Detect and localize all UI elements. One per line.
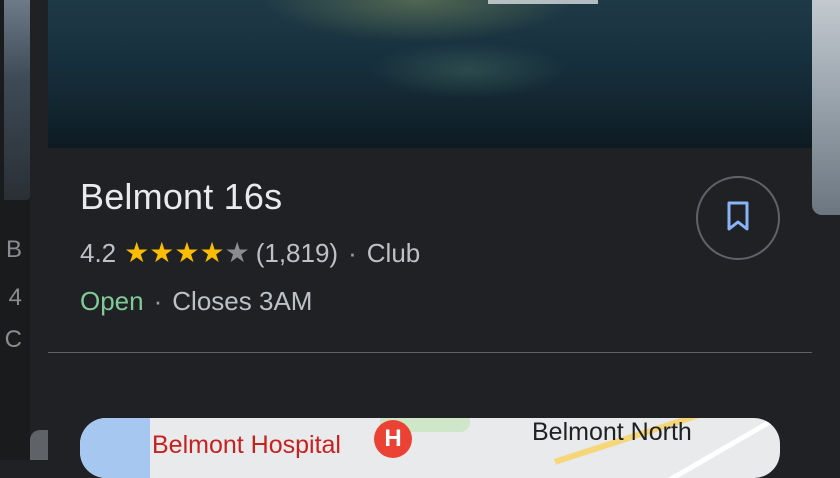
next-card-peek[interactable] <box>812 0 840 215</box>
rating-value: 4.2 <box>80 237 117 268</box>
closing-time: Closes 3AM <box>172 285 313 316</box>
star-filled-icon: ★ <box>199 237 225 268</box>
hours-separator: · <box>153 285 163 316</box>
hospital-marker-icon[interactable]: H <box>374 420 412 458</box>
previous-card-peek[interactable]: B 4 C <box>0 0 30 460</box>
star-filled-icon: ★ <box>124 237 150 268</box>
previous-card-rating-fragment: 4 <box>8 284 22 311</box>
star-filled-icon: ★ <box>174 237 200 268</box>
map-label-suburb: Belmont North <box>532 418 692 446</box>
place-name: Belmont 16s <box>80 176 283 217</box>
bookmark-icon <box>725 200 751 237</box>
previous-card-photo <box>4 0 30 200</box>
status-row: Open · Closes 3AM <box>80 284 312 318</box>
category-separator: · <box>348 237 357 268</box>
star-filled-icon: ★ <box>149 237 175 268</box>
rating-stars: ★ ★ ★ ★ ★ <box>124 239 250 267</box>
rating-row: 4.2 ★ ★ ★ ★ ★ (1,819) · Club <box>80 236 420 270</box>
place-category: Club <box>366 237 421 268</box>
previous-card-title-fragment: B <box>5 236 22 263</box>
star-empty-icon: ★ <box>224 237 250 268</box>
previous-card-status-fragment: C <box>4 326 22 353</box>
save-button[interactable] <box>696 176 780 260</box>
previous-map-peek <box>30 430 48 460</box>
open-status: Open <box>80 285 144 316</box>
photo-highlight <box>488 0 598 4</box>
map-label-hospital: Belmont Hospital <box>152 431 341 459</box>
map-water <box>80 418 150 478</box>
review-count[interactable]: (1,819) <box>256 238 338 269</box>
place-photo[interactable] <box>48 0 812 148</box>
section-divider <box>48 352 812 353</box>
